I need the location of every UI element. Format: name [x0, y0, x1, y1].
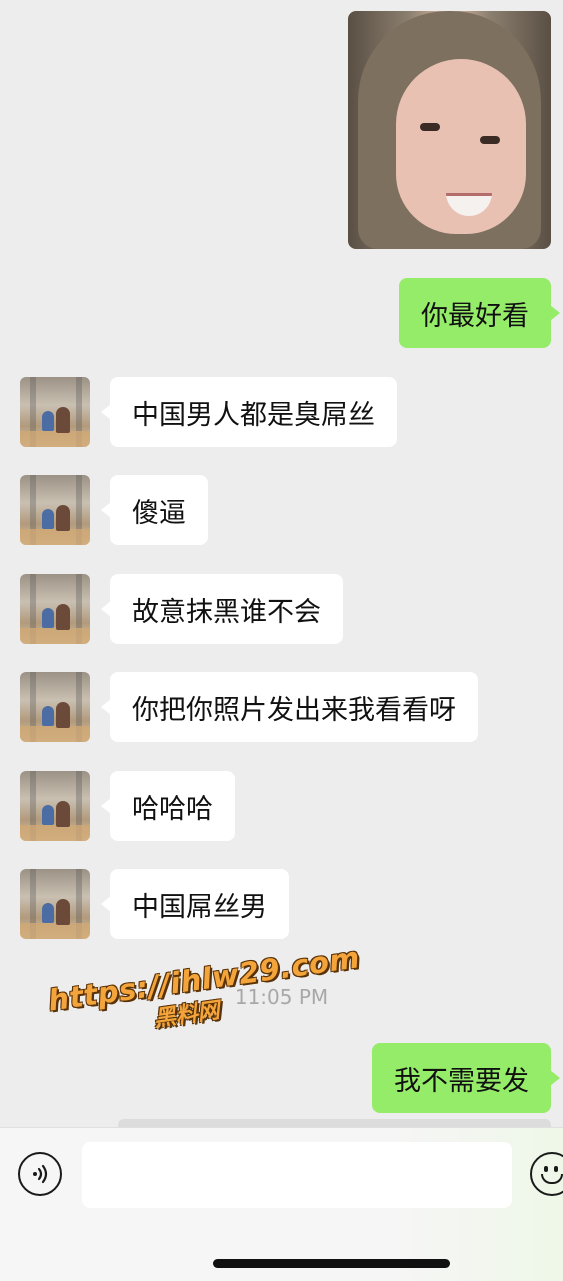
received-message-bubble[interactable]: 中国男人都是臭屌丝 [101, 377, 397, 447]
received-message-bubble[interactable]: 故意抹黑谁不会 [101, 574, 343, 644]
message-text: 我不需要发 [394, 1065, 529, 1097]
avatar[interactable] [20, 869, 90, 939]
voice-wave-icon [33, 1164, 48, 1184]
home-indicator[interactable] [213, 1259, 450, 1268]
avatar[interactable] [20, 672, 90, 742]
received-message-bubble[interactable]: 傻逼 [101, 475, 208, 545]
avatar[interactable] [20, 475, 90, 545]
received-message-bubble[interactable]: 哈哈哈 [101, 771, 235, 841]
watermark: https://ihlw29.com 黑料网 [46, 940, 366, 1047]
received-message-bubble[interactable]: 中国屌丝男 [101, 869, 289, 939]
message-text: 中国屌丝男 [132, 891, 267, 923]
message-text: 中国男人都是臭屌丝 [132, 399, 375, 431]
message-text: 你最好看 [421, 300, 529, 332]
sent-message-bubble[interactable]: 你最好看 [399, 278, 560, 348]
message-text: 故意抹黑谁不会 [132, 596, 321, 628]
message-text: 哈哈哈 [132, 793, 213, 825]
sent-photo-message[interactable] [348, 11, 551, 249]
sent-message-bubble[interactable]: 我不需要发 [372, 1043, 560, 1113]
avatar[interactable] [20, 771, 90, 841]
chat-input-bar [0, 1127, 563, 1281]
avatar[interactable] [20, 377, 90, 447]
message-input[interactable] [82, 1142, 512, 1208]
received-message-bubble[interactable]: 你把你照片发出来我看看呀 [101, 672, 478, 742]
message-text: 你把你照片发出来我看看呀 [132, 694, 456, 726]
voice-icon[interactable] [18, 1152, 62, 1196]
avatar[interactable] [20, 574, 90, 644]
message-text: 傻逼 [132, 497, 186, 529]
emoji-icon[interactable] [530, 1152, 563, 1196]
